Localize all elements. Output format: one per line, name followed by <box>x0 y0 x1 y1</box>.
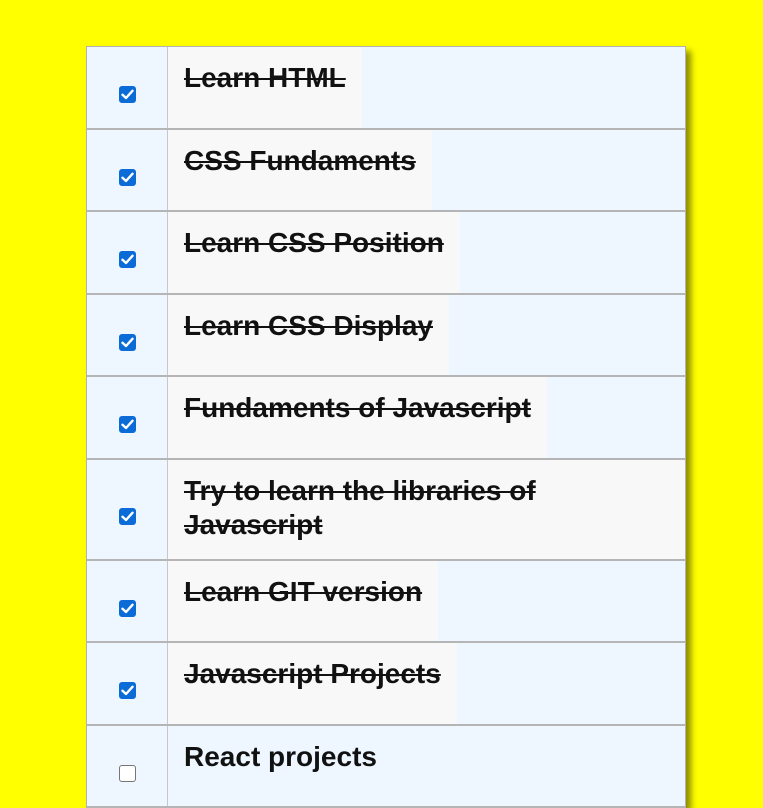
todo-text-bg: Try to learn the libraries of Javascript <box>168 460 685 559</box>
todo-item: Learn CSS Display <box>87 295 685 377</box>
todo-text-cell: CSS Fundaments <box>168 130 685 210</box>
todo-item: CSS Fundaments <box>87 130 685 212</box>
checkbox-cell <box>87 130 168 210</box>
checkmark-icon <box>120 89 134 100</box>
checkbox-cell <box>87 726 168 806</box>
todo-text[interactable]: Learn GIT version <box>184 576 422 607</box>
checkbox-cell <box>87 377 168 458</box>
todo-checkbox[interactable] <box>118 86 136 103</box>
todo-text-cell: Learn CSS Display <box>168 295 685 375</box>
todo-checkbox[interactable] <box>118 508 136 525</box>
todo-checkbox[interactable] <box>118 416 136 433</box>
todo-list: Learn HTML CSS Fundaments Learn CSS Posi… <box>86 46 686 808</box>
todo-text-cell: Try to learn the libraries of Javascript <box>168 460 685 559</box>
todo-text-cell: Learn CSS Position <box>168 212 685 293</box>
todo-text[interactable]: Try to learn the libraries of Javascript <box>184 475 536 540</box>
todo-text-cell: React projects <box>168 726 685 806</box>
checkmark-icon <box>120 254 134 265</box>
checkmark-icon <box>120 511 134 522</box>
checkbox-cell <box>87 295 168 375</box>
todo-text[interactable]: CSS Fundaments <box>184 145 416 176</box>
todo-item: Javascript Projects <box>87 643 685 726</box>
todo-item: Learn GIT version <box>87 561 685 643</box>
todo-checkbox[interactable] <box>118 251 136 268</box>
todo-text-cell: Learn GIT version <box>168 561 685 641</box>
todo-item: Learn CSS Position <box>87 212 685 295</box>
todo-text-cell: Fundaments of Javascript <box>168 377 685 458</box>
todo-text-bg: CSS Fundaments <box>168 130 432 210</box>
todo-text-bg: Learn CSS Position <box>168 212 460 293</box>
checkmark-icon <box>120 685 134 696</box>
checkbox-cell <box>87 460 168 559</box>
todo-text-cell: Learn HTML <box>168 47 685 128</box>
todo-checkbox[interactable] <box>118 168 136 186</box>
todo-text[interactable]: Learn CSS Display <box>184 310 433 341</box>
todo-text[interactable]: React projects <box>184 741 377 772</box>
todo-checkbox[interactable] <box>118 333 136 351</box>
todo-text-bg: Fundaments of Javascript <box>168 377 547 458</box>
todo-text[interactable]: Javascript Projects <box>184 658 441 689</box>
todo-text[interactable]: Fundaments of Javascript <box>184 392 531 423</box>
todo-checkbox[interactable] <box>118 682 136 699</box>
todo-text-bg: Learn HTML <box>168 47 362 128</box>
todo-text-bg: Learn GIT version <box>168 561 439 641</box>
checkmark-icon <box>120 603 134 613</box>
todo-checkbox[interactable] <box>118 764 136 782</box>
todo-text[interactable]: Learn CSS Position <box>184 227 444 258</box>
checkbox-cell <box>87 212 168 293</box>
todo-text[interactable]: Learn HTML <box>184 62 346 93</box>
todo-text-bg: React projects <box>168 726 393 806</box>
checkmark-icon <box>120 172 134 182</box>
todo-text-bg: Javascript Projects <box>168 643 457 724</box>
todo-text-bg: Learn CSS Display <box>168 295 449 375</box>
todo-text-cell: Javascript Projects <box>168 643 685 724</box>
todo-item: Learn HTML <box>87 47 685 130</box>
checkmark-icon <box>120 419 134 430</box>
checkbox-cell <box>87 561 168 641</box>
checkbox-cell <box>87 643 168 724</box>
checkbox-cell <box>87 47 168 128</box>
checkmark-icon <box>120 337 134 347</box>
todo-item: Fundaments of Javascript <box>87 377 685 460</box>
todo-item: Try to learn the libraries of Javascript <box>87 460 685 561</box>
todo-checkbox[interactable] <box>118 599 136 617</box>
